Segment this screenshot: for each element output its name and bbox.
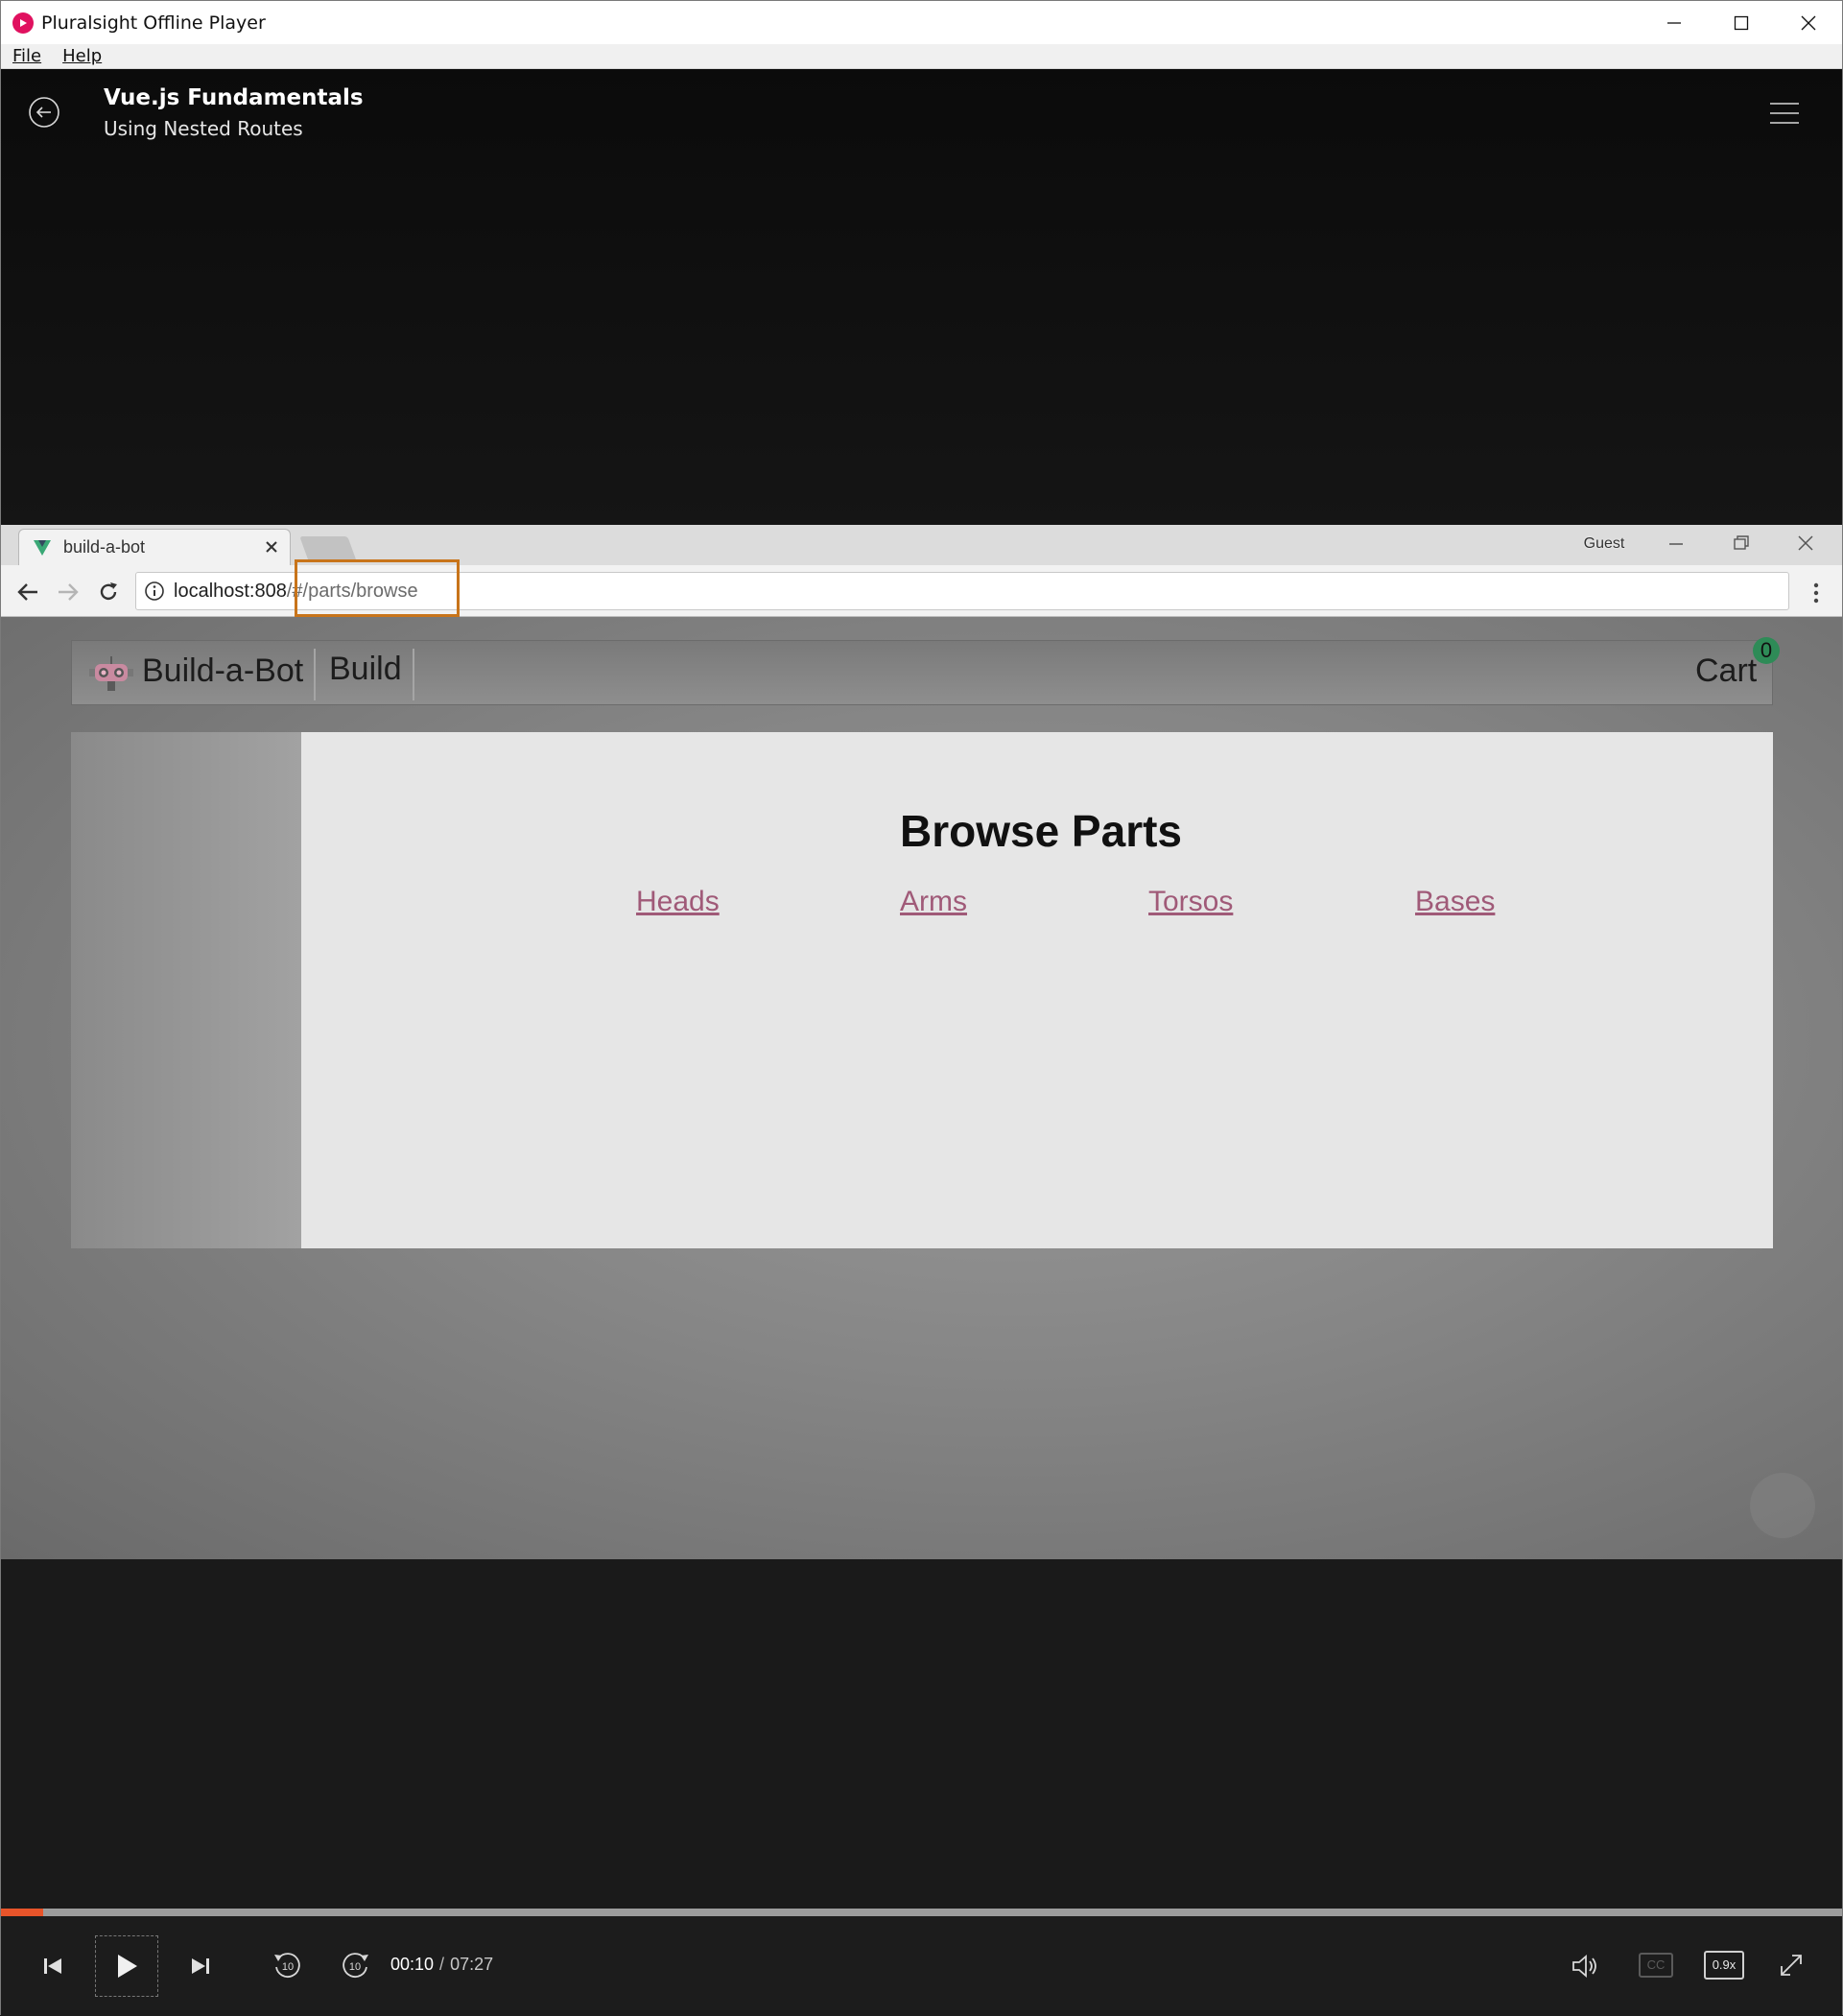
forward-icon: 10 [343, 1953, 368, 1978]
page-heading: Browse Parts [899, 806, 1182, 856]
maximize-icon [1734, 15, 1749, 30]
course-title: Vue.js Fundamentals [104, 85, 364, 110]
rewind-icon: 10 [274, 1953, 300, 1978]
back-button[interactable] [28, 96, 60, 129]
browser-tab[interactable]: build-a-bot [18, 529, 291, 565]
arms-link[interactable]: Arms [900, 886, 967, 918]
browser-tab-strip: build-a-bot Guest [1, 525, 1842, 565]
next-clip-icon[interactable] [183, 1949, 218, 1983]
menu-bar: File Help [1, 44, 1842, 69]
player-header: Vue.js Fundamentals Using Nested Routes [1, 69, 1842, 525]
playback-speed-button[interactable]: 0.9x [1704, 1951, 1744, 1980]
browser-toolbar: localhost:808 /#/parts/browse [1, 565, 1842, 617]
browser-back-icon[interactable] [14, 579, 41, 605]
total-time: 07:27 [450, 1955, 494, 1974]
close-button[interactable] [1775, 1, 1842, 44]
heads-link[interactable]: Heads [636, 886, 720, 918]
captions-button[interactable]: CC [1639, 1953, 1673, 1978]
forward-10-button[interactable]: 10 [337, 1947, 373, 1983]
fullscreen-icon[interactable] [1774, 1948, 1808, 1982]
browser-close-icon[interactable] [1791, 531, 1820, 556]
close-icon [1801, 15, 1816, 30]
video-frame[interactable]: build-a-bot Guest localhost:808 /#/parts… [1, 525, 1842, 1559]
browser-forward-icon[interactable] [55, 579, 82, 605]
pluralsight-logo-icon [12, 12, 34, 34]
browser-restore-icon[interactable] [1726, 531, 1755, 556]
maximize-button[interactable] [1708, 1, 1775, 44]
play-button[interactable] [95, 1935, 158, 1997]
progress-bar[interactable] [1, 1909, 1842, 1916]
cart-link[interactable]: Cart [1695, 652, 1757, 690]
bases-link[interactable]: Bases [1415, 886, 1495, 918]
main-panel: Browse Parts Heads Arms Torsos Bases [301, 732, 1773, 1248]
web-page: Build-a-Bot Build Cart 0 Browse Parts He… [1, 617, 1842, 1559]
table-of-contents-button[interactable] [1769, 101, 1800, 126]
torsos-link[interactable]: Torsos [1148, 886, 1233, 918]
nav-divider [413, 649, 414, 700]
previous-clip-icon[interactable] [35, 1949, 70, 1983]
nav-divider [314, 649, 316, 700]
guest-profile-label: Guest [1583, 535, 1625, 552]
sidebar [71, 732, 301, 1248]
current-time: 00:10 [390, 1955, 435, 1974]
url-highlight-annotation [295, 559, 460, 617]
browser-minimize-icon[interactable] [1662, 531, 1690, 556]
hamburger-icon [1770, 103, 1799, 124]
new-tab-button[interactable] [299, 536, 357, 561]
site-header: Build-a-Bot Build Cart 0 [71, 637, 1780, 705]
pluralsight-watermark-icon [1750, 1473, 1815, 1538]
tab-title: build-a-bot [63, 537, 146, 557]
title-bar: Pluralsight Offline Player [1, 1, 1842, 44]
player-controls: 10 10 00:10/ 07:27 CC 0.9x [1, 1916, 1842, 2016]
window-controls [1641, 1, 1842, 44]
rewind-10-button[interactable]: 10 [270, 1947, 306, 1983]
play-icon [118, 1955, 137, 1978]
svg-text:10: 10 [282, 1961, 294, 1973]
menu-file[interactable]: File [12, 46, 41, 66]
player-window: Pluralsight Offline Player File Help Vue… [0, 0, 1843, 2016]
window-title: Pluralsight Offline Player [41, 12, 266, 34]
browser-menu-icon[interactable] [1807, 581, 1826, 605]
site-info-icon[interactable] [144, 581, 165, 602]
browser-reload-icon[interactable] [95, 579, 122, 605]
url-host: localhost:808 [174, 580, 287, 602]
svg-text:10: 10 [349, 1961, 361, 1973]
progress-fill [1, 1909, 44, 1916]
vue-logo-icon [34, 539, 51, 556]
volume-icon[interactable] [1569, 1949, 1603, 1983]
back-arrow-icon [29, 97, 59, 128]
site-brand-link[interactable]: Build-a-Bot [142, 652, 303, 690]
nav-build-link[interactable]: Build [329, 651, 402, 688]
minimize-icon [1667, 21, 1681, 24]
tab-close-icon[interactable] [263, 538, 280, 556]
robot-head-icon[interactable] [89, 654, 133, 693]
time-display: 00:10/ 07:27 [390, 1955, 493, 1975]
time-separator: / [439, 1955, 445, 1974]
minimize-button[interactable] [1641, 1, 1708, 44]
clip-title: Using Nested Routes [104, 117, 303, 140]
menu-help[interactable]: Help [62, 46, 102, 66]
cart-count-badge: 0 [1753, 637, 1780, 664]
